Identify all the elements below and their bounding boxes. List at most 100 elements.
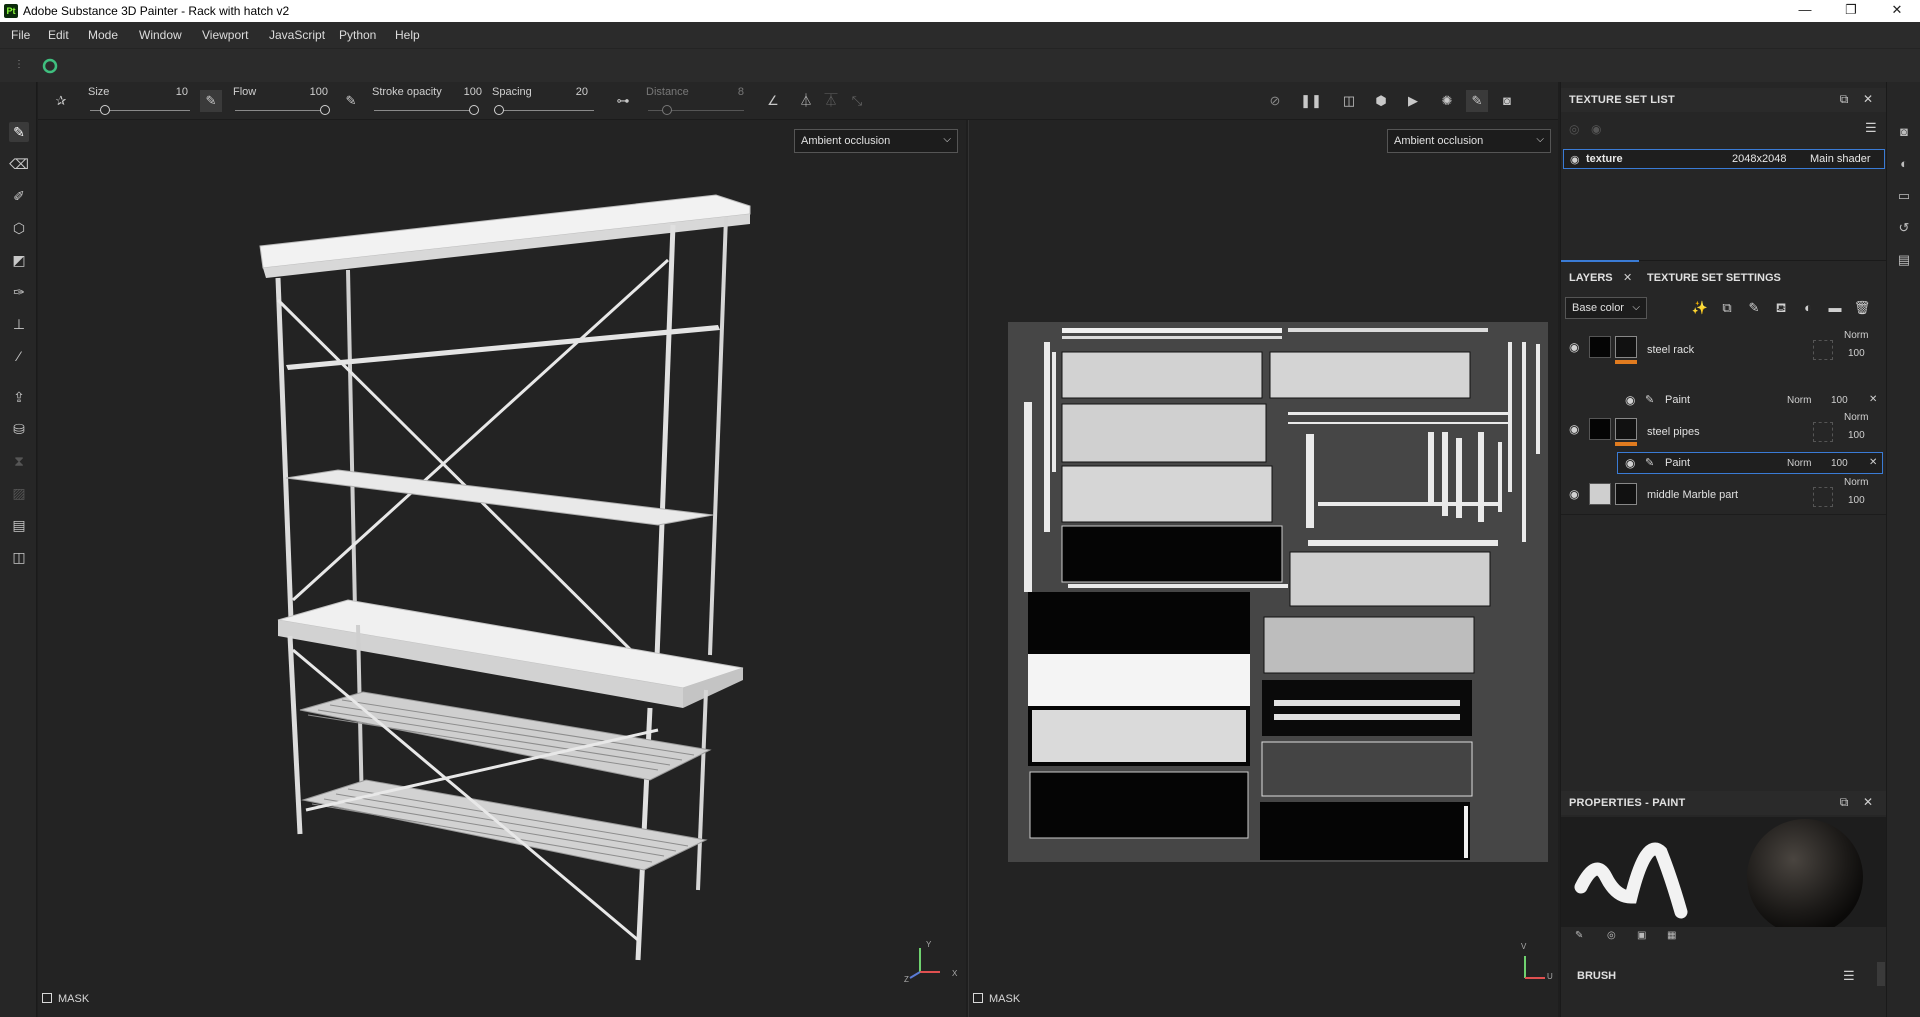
flow-slider-knob[interactable] [320, 105, 330, 115]
eye-icon[interactable]: ◉ [1625, 393, 1635, 407]
layer-opacity[interactable]: 100 [1848, 348, 1865, 359]
stroke-opacity-slider[interactable] [374, 110, 474, 111]
paint-brush-icon[interactable]: ✎ [9, 122, 29, 142]
eraser-icon[interactable]: ⌫ [9, 154, 29, 174]
display-settings-icon[interactable]: ◐ [1896, 156, 1912, 172]
eye-icon[interactable]: ◉ [1569, 487, 1579, 501]
close-tab-icon[interactable]: ✕ [1623, 271, 1632, 284]
spacing-slider[interactable] [494, 110, 594, 111]
sync-status-icon[interactable] [42, 58, 58, 74]
minimize-icon[interactable]: — [1790, 2, 1820, 20]
add-folder-icon[interactable]: ▬ [1826, 299, 1844, 317]
tab-layers[interactable]: LAYERS [1569, 272, 1613, 284]
flow-slider[interactable] [235, 110, 325, 111]
color-picker-icon[interactable]: ⁄ [9, 346, 29, 366]
line-angle-icon[interactable]: ∠ [762, 90, 784, 112]
stencil-icon[interactable]: ▣ [1637, 930, 1646, 941]
channel-select[interactable]: Base color ⌵ [1565, 297, 1647, 319]
menu-file[interactable]: File [11, 28, 30, 42]
blend-mode[interactable]: Norm [1844, 477, 1868, 488]
paint-mode-icon[interactable]: ✎ [1466, 90, 1488, 112]
spacing-value[interactable]: 20 [558, 86, 588, 98]
pause-icon[interactable]: ❚❚ [1300, 90, 1322, 112]
effect-opacity[interactable]: 100 [1831, 395, 1848, 406]
smudge-icon[interactable]: ✑ [9, 282, 29, 302]
stroke-opacity-value[interactable]: 100 [452, 86, 482, 98]
blend-mode[interactable]: Norm [1844, 412, 1868, 423]
shelf-icon[interactable]: ▭ [1896, 188, 1912, 204]
menu-python[interactable]: Python [339, 28, 376, 42]
hide-icon[interactable]: ⊘ [1264, 90, 1286, 112]
mask-toggle-3d[interactable]: MASK [42, 993, 89, 1005]
menu-icon[interactable]: ☰ [1843, 968, 1855, 984]
effect-blend-mode[interactable]: Norm [1787, 395, 1811, 406]
size-value[interactable]: 10 [158, 86, 188, 98]
menu-icon[interactable]: ☰ [1865, 120, 1877, 136]
effect-row[interactable]: ◉ ✎ Paint Norm 100 ✕ [1561, 389, 1887, 411]
mask-toggle-2d[interactable]: MASK [973, 993, 1020, 1005]
restore-icon[interactable]: ❐ [1836, 2, 1866, 20]
texture-set-list-icon[interactable]: ◙ [1896, 124, 1912, 140]
viewport-3d[interactable]: Ambient occlusion ⌵ Y X Z MASK [38, 120, 966, 1017]
close-icon[interactable]: ✕ [1882, 2, 1912, 20]
spacing-slider-knob[interactable] [494, 105, 504, 115]
add-fill-layer-icon[interactable]: ⛾ [1772, 299, 1790, 317]
texture-set-shader[interactable]: Main shader [1810, 153, 1871, 165]
log-icon[interactable]: ▤ [1896, 252, 1912, 268]
add-smart-material-icon[interactable]: ◐ [1799, 299, 1817, 317]
delete-layer-icon[interactable]: 🗑 [1853, 299, 1871, 317]
screenshot-icon[interactable]: ◙ [1496, 90, 1518, 112]
drag-handle-icon[interactable]: ⋮ [14, 59, 24, 70]
camera-icon[interactable]: ▶ [1402, 90, 1424, 112]
close-icon[interactable]: ✕ [1869, 394, 1877, 405]
close-icon[interactable]: ✕ [1869, 457, 1877, 468]
close-icon[interactable]: ✕ [1861, 795, 1875, 809]
brush-alignment-icon[interactable]: ✰ [50, 90, 72, 112]
close-icon[interactable]: ✕ [1861, 92, 1875, 106]
add-paint-layer-icon[interactable]: ✎ [1745, 299, 1763, 317]
layer-row[interactable]: ◉ steel rack Norm 100 [1561, 330, 1887, 367]
eye-icon[interactable]: ◉ [1569, 340, 1579, 354]
viewport-2d[interactable]: Ambient occlusion ⌵ V U MASK [968, 120, 1558, 1017]
texture-set-row[interactable]: ◉ texture 2048x2048 Main shader [1563, 149, 1885, 169]
viewport-2d-channel-select[interactable]: Ambient occlusion ⌵ [1387, 129, 1551, 153]
flow-value[interactable]: 100 [298, 86, 328, 98]
eye-icon[interactable]: ◉ [1625, 456, 1635, 470]
menu-javascript[interactable]: JavaScript [269, 28, 325, 42]
size-slider-knob[interactable] [100, 105, 110, 115]
document-icon[interactable]: ▤ [9, 515, 29, 535]
layer-opacity[interactable]: 100 [1848, 495, 1865, 506]
polygon-fill-icon[interactable]: ⬡ [9, 218, 29, 238]
effect-opacity[interactable]: 100 [1831, 458, 1848, 469]
projection-icon[interactable]: ✐ [9, 186, 29, 206]
add-effect-icon[interactable]: ✨ [1691, 299, 1709, 317]
distance-slider-knob[interactable] [662, 105, 673, 115]
lazy-mouse-icon[interactable]: ⊶ [612, 90, 634, 112]
symmetry-icon[interactable]: ⏃ [795, 90, 817, 112]
scrollbar-thumb[interactable] [1877, 962, 1885, 986]
tab-texture-set-settings[interactable]: TEXTURE SET SETTINGS [1647, 272, 1781, 284]
pen-icon[interactable]: ✎ [1575, 930, 1583, 941]
cube-icon[interactable]: ⬢ [1370, 90, 1392, 112]
material-icon[interactable]: ▦ [1667, 930, 1676, 941]
effect-row-selected[interactable]: ◉ ✎ Paint Norm 100 ✕ [1561, 452, 1887, 474]
show-all-icon[interactable]: ◉ [1591, 122, 1601, 136]
bake-icon[interactable]: ⛁ [9, 419, 29, 439]
export-icon[interactable]: ⇪ [9, 387, 29, 407]
menu-window[interactable]: Window [139, 28, 182, 42]
alpha-icon[interactable]: ◎ [1607, 930, 1616, 941]
clone-stamp-icon[interactable]: ⊥ [9, 314, 29, 334]
stroke-opacity-slider-knob[interactable] [469, 105, 479, 115]
history-icon[interactable]: ↺ [1896, 220, 1912, 236]
eye-icon[interactable]: ◉ [1570, 153, 1580, 166]
layer-row[interactable]: ◉ steel pipes Norm 100 [1561, 412, 1887, 449]
effect-blend-mode[interactable]: Norm [1787, 458, 1811, 469]
add-mask-icon[interactable]: ⧉ [1718, 299, 1736, 317]
float-panel-icon[interactable]: ⧉ [1837, 92, 1851, 106]
brush-section-header[interactable]: BRUSH ☰ [1561, 962, 1887, 988]
hide-all-icon[interactable]: ◎ [1569, 122, 1579, 136]
layer-opacity[interactable]: 100 [1848, 430, 1865, 441]
split-view-icon[interactable]: ◫ [1338, 90, 1360, 112]
eye-icon[interactable]: ◉ [1569, 422, 1579, 436]
blend-mode[interactable]: Norm [1844, 330, 1868, 341]
